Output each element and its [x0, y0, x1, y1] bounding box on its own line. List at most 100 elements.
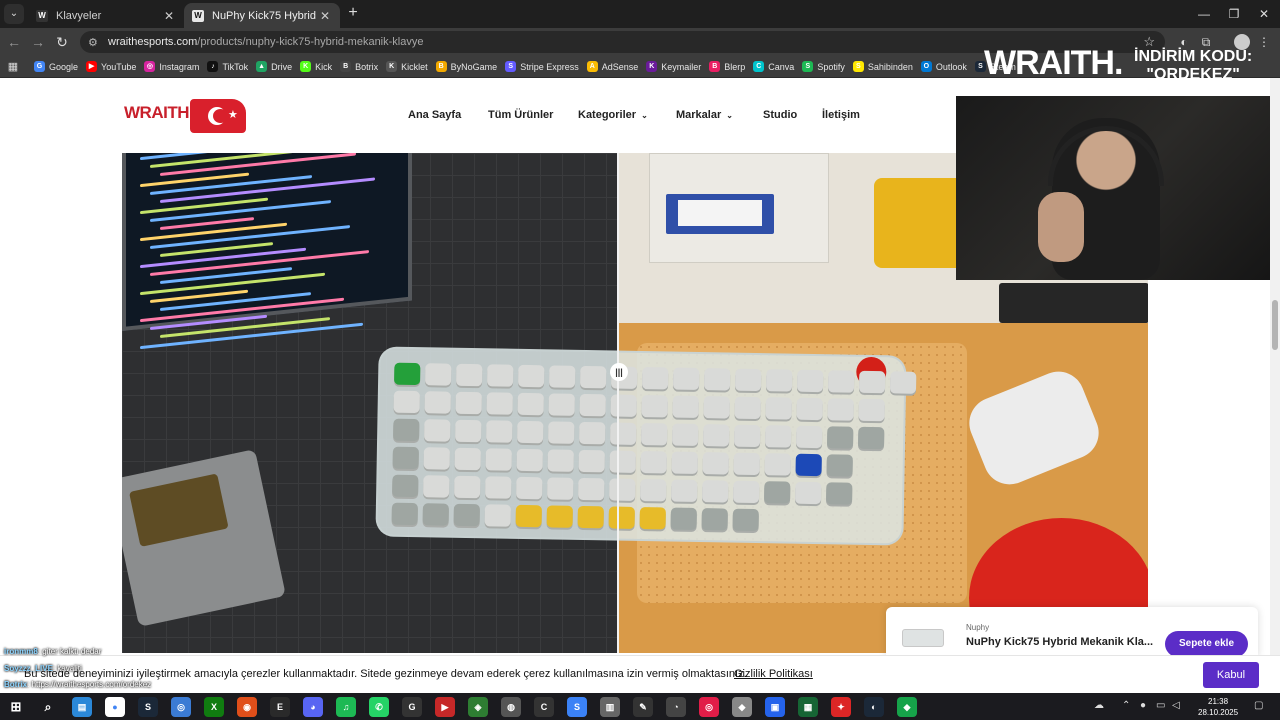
taskbar-app-icon[interactable]: ◎ [699, 697, 719, 717]
tab-search-button[interactable]: ⌄ [4, 4, 24, 24]
nav-tum-urunler[interactable]: Tüm Ürünler [488, 109, 553, 121]
volume-icon[interactable]: ◁ [1172, 700, 1180, 711]
close-window-button[interactable]: ✕ [1248, 0, 1280, 28]
taskbar-app-icon[interactable]: ▶ [435, 697, 455, 717]
taskbar-app-icon[interactable]: X [204, 697, 224, 717]
site-info-icon[interactable]: ⚙ [88, 36, 102, 49]
scrollbar-thumb[interactable] [1272, 300, 1278, 350]
bookmark-keymailer[interactable]: K Keymailer [646, 61, 701, 72]
back-button[interactable]: ← [4, 32, 24, 52]
bookmark-kick[interactable]: K Kick [300, 61, 332, 72]
forward-button[interactable]: → [28, 32, 48, 52]
microphone-icon[interactable]: ● [1140, 700, 1146, 711]
cookie-accept-button[interactable]: Kabul [1203, 662, 1259, 688]
taskbar-app-icon[interactable]: ◐ [864, 697, 884, 717]
nav-iletisim[interactable]: İletişim [822, 109, 860, 121]
compare-divider[interactable] [617, 153, 619, 653]
bookmark-blerp[interactable]: B Blerp [709, 61, 745, 72]
nav-kategoriler[interactable]: Kategoriler ⌄ [578, 109, 648, 121]
reload-button[interactable]: ↻ [52, 32, 72, 52]
page-scrollbar[interactable] [1270, 78, 1280, 655]
new-tab-button[interactable]: + [344, 4, 362, 22]
compare-slider-handle[interactable]: ||| [610, 363, 628, 381]
blerp-icon: B [709, 61, 721, 72]
bookmark-drive[interactable]: ▲ Drive [256, 61, 292, 72]
bookmark-google[interactable]: G Google [34, 61, 78, 72]
taskbar-app-icon[interactable]: S [567, 697, 587, 717]
privacy-policy-link[interactable]: Gizlilik Politikası [734, 668, 813, 680]
bookmark-label: ByNoGame [450, 61, 498, 72]
search-icon[interactable]: ⌕ [38, 697, 58, 717]
restore-button[interactable]: ❐ [1218, 0, 1250, 28]
network-icon[interactable]: ▭ [1156, 700, 1165, 711]
taskbar-app-icon[interactable]: ◆ [897, 697, 917, 717]
windows-taskbar: ⊞ ⌕ ☁ ⌃ ● ▭ ◁ 21:38 28.10.2025 ▢ ▤ ● S ◎ X ◉ E… [0, 693, 1280, 720]
google-icon: G [34, 61, 45, 72]
taskbar-app-icon[interactable]: ♫ [336, 697, 356, 717]
taskbar-app-icon[interactable]: ● [105, 697, 125, 717]
taskbar-app-icon[interactable]: ◍ [501, 697, 521, 717]
taskbar-app-icon[interactable]: ◎ [171, 697, 191, 717]
add-to-cart-button[interactable]: Sepete ekle [1165, 631, 1248, 657]
bookmark-label: Sahibinden [867, 61, 913, 72]
taskbar-app-icon[interactable]: ◕ [303, 697, 323, 717]
taskbar-app-icon[interactable]: ▤ [72, 697, 92, 717]
bookmark-label: YouTube [101, 61, 137, 72]
site-header: WRAITH. ★ Ana Sayfa Tüm Ürünler Kategori… [0, 79, 960, 153]
bookmark-tiktok[interactable]: ♪ TikTok [207, 61, 248, 72]
taskbar-app-icon[interactable]: ▥ [600, 697, 620, 717]
taskbar-app-icon[interactable]: E [270, 697, 290, 717]
stripe-express-icon: S [505, 61, 517, 72]
taskbar-app-icon[interactable]: G [402, 697, 422, 717]
taskbar-app-icon[interactable]: ◔ [666, 697, 686, 717]
taskbar-app-icon[interactable]: ▣ [765, 697, 785, 717]
apps-grid-icon[interactable]: ▦ [6, 60, 20, 74]
keyboard-image [375, 346, 917, 546]
monitor-code-image [122, 153, 412, 350]
weather-icon[interactable]: ☁ [1094, 700, 1104, 711]
taskbar-app-icon[interactable]: C [534, 697, 554, 717]
tab-product[interactable]: W NuPhy Kick75 Hybrid Mekanik K ✕ [184, 3, 340, 28]
windows-start-icon[interactable]: ⊞ [6, 697, 26, 717]
url-text: wraithesports.com/products/nuphy-kick75-… [108, 36, 424, 48]
bookmark-canva[interactable]: C Canva [753, 61, 794, 72]
bookmark-sahibinden[interactable]: S Sahibinden [852, 61, 913, 72]
taskbar-app-icon[interactable]: ✦ [831, 697, 851, 717]
bookmark-adsense[interactable]: A AdSense [586, 61, 638, 72]
bookmark-spotify[interactable]: S Spotify [802, 61, 845, 72]
product-thumbnail [902, 629, 944, 647]
notification-icon[interactable]: ▢ [1254, 700, 1263, 711]
taskbar-app-icon[interactable]: ◈ [468, 697, 488, 717]
bookmark-instagram[interactable]: ◎ Instagram [144, 61, 199, 72]
chevron-down-icon: ⌄ [726, 111, 733, 120]
tab-close-icon[interactable]: ✕ [162, 9, 176, 23]
taskbar-app-icon[interactable]: ◉ [237, 697, 257, 717]
taskbar-app-icon[interactable]: S [138, 697, 158, 717]
taskbar-app-icon[interactable]: ◆ [732, 697, 752, 717]
bookmark-label: Stripe Express [520, 61, 579, 72]
instagram-icon: ◎ [144, 61, 156, 72]
tray-chevron-icon[interactable]: ⌃ [1122, 700, 1130, 711]
taskbar-app-icon[interactable]: ✆ [369, 697, 389, 717]
bookmark-youtube[interactable]: ▶ YouTube [86, 61, 136, 72]
youtube-icon: ▶ [86, 61, 98, 72]
nav-studio[interactable]: Studio [763, 109, 797, 121]
bookmark-label: Canva [768, 61, 795, 72]
bookmark-botrix[interactable]: B Botrix [340, 61, 378, 72]
taskbar-app-icon[interactable]: ▦ [798, 697, 818, 717]
promo-code: İNDİRİM KODU: "ORDEKEZ" [1134, 48, 1253, 83]
taskbar-app-icon[interactable]: ✎ [633, 697, 653, 717]
site-logo[interactable]: WRAITH. [124, 103, 194, 123]
bookmark-outlook[interactable]: O Outlook [920, 61, 967, 72]
bookmark-kicklet[interactable]: K Kicklet [386, 61, 428, 72]
taskbar-clock[interactable]: 21:38 28.10.2025 [1198, 696, 1238, 718]
nav-markalar[interactable]: Markalar ⌄ [676, 109, 733, 121]
tab-title: Klavyeler [56, 9, 102, 22]
minimize-button[interactable]: — [1188, 0, 1220, 28]
tab-klavyeler[interactable]: W Klavyeler ✕ [28, 3, 184, 28]
nav-ana-sayfa[interactable]: Ana Sayfa [408, 109, 461, 121]
bookmark-bynogame[interactable]: B ByNoGame [435, 61, 498, 72]
bookmark-stripe-express[interactable]: S Stripe Express [505, 61, 579, 72]
tab-close-icon[interactable]: ✕ [318, 9, 332, 23]
sahibinden-icon: S [852, 61, 864, 72]
